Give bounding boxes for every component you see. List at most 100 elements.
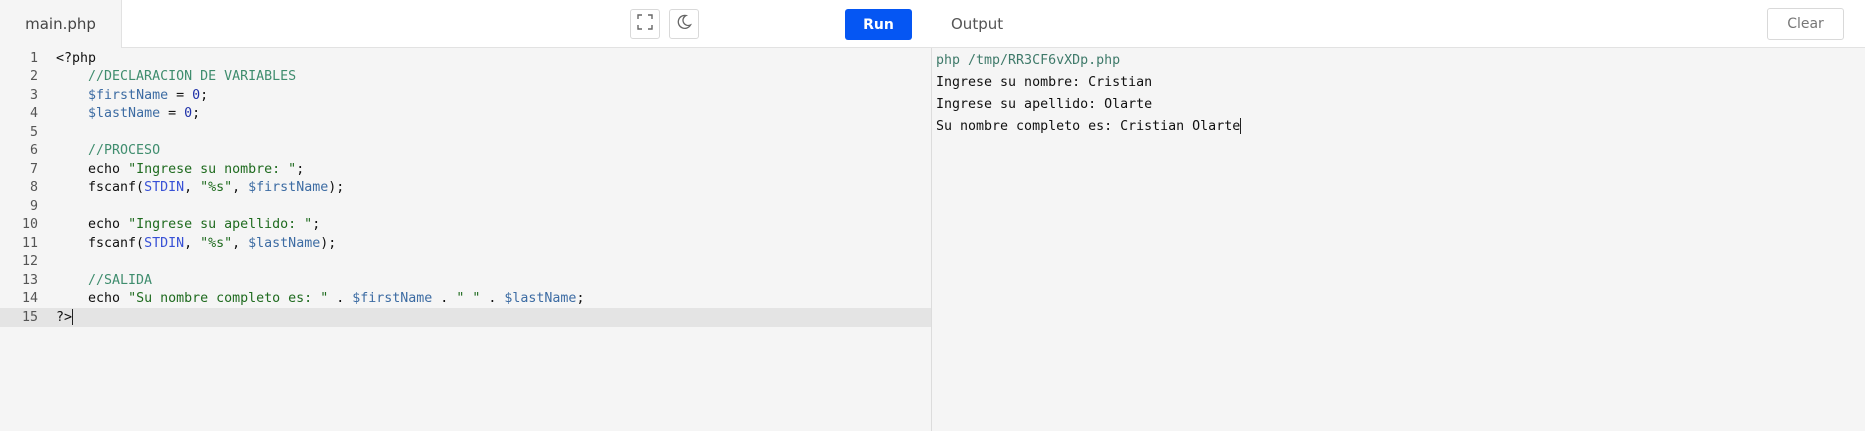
line-number: 2 [29,69,38,85]
theme-toggle-button[interactable] [669,9,699,39]
code-text: fscanf(STDIN, "%s", $firstName); [56,180,344,195]
code-token: "Ingrese su nombre: " [128,161,297,177]
code-token: STDIN [144,180,185,196]
code-line[interactable]: 7 echo "Ingrese su nombre: "; [0,160,931,179]
code-text: $lastName = 0; [56,106,200,121]
code-token: "Ingrese su apellido: " [128,217,313,233]
code-token: ; [296,161,305,177]
fullscreen-button[interactable] [630,9,660,39]
editor-pane: main.php Run 1 <?php 2 //DECLARACION DE VA… [0,0,932,431]
line-number: 9 [29,198,38,214]
code-line[interactable]: 11 fscanf(STDIN, "%s", $lastName); [0,234,931,253]
code-editor[interactable]: 1 <?php 2 //DECLARACION DE VARIABLES 3 $fir… [0,49,931,431]
code-token: . [480,291,505,307]
output-toolbar: Output Clear [932,0,1865,48]
code-token: $firstName [88,87,169,103]
file-tab-main-php[interactable]: main.php [0,0,122,48]
code-line[interactable]: 14 echo "Su nombre completo es: " . $fir… [0,290,931,309]
code-token: 0 [192,87,201,103]
code-token: , [232,235,249,251]
code-line[interactable]: 10 echo "Ingrese su apellido: "; [0,216,931,235]
code-text: echo "Ingrese su nombre: "; [56,162,304,177]
line-number: 13 [21,272,38,288]
code-token: <?php [56,50,97,66]
output-line: Ingrese su nombre: Cristian [936,74,1153,90]
output-pane: Output Clear php /tmp/RR3CF6vXDp.php Ing… [932,0,1865,431]
line-number: 10 [21,217,38,233]
code-token: $lastName [248,235,321,251]
code-token: ); [320,235,337,251]
output-line: Su nombre completo es: Cristian Olarte [936,115,1242,137]
code-token: 0 [184,106,193,122]
code-token: = [160,106,185,122]
line-number: 8 [29,180,38,196]
code-line[interactable]: 5 [0,123,931,142]
code-text: $firstName = 0; [56,88,208,103]
clear-button[interactable]: Clear [1767,8,1844,40]
code-text: echo "Su nombre completo es: " . $firstN… [56,291,584,306]
run-button[interactable]: Run [845,9,912,40]
code-text: //SALIDA [56,273,152,288]
line-number: 3 [29,87,38,103]
code-line[interactable]: 1 <?php [0,49,931,68]
line-number: 14 [21,291,38,307]
code-line[interactable]: 3 $firstName = 0; [0,86,931,105]
code-line[interactable]: 13 //SALIDA [0,271,931,290]
code-line[interactable]: 9 [0,197,931,216]
output-line-text: Su nombre completo es: Cristian Olarte [936,118,1241,134]
code-line[interactable]: 12 [0,253,931,272]
code-line[interactable]: 2 //DECLARACION DE VARIABLES [0,68,931,87]
code-token: . [328,291,353,307]
editor-toolbar: main.php Run [0,0,932,48]
code-token: , [232,180,249,196]
code-token: . [432,291,457,307]
code-token: ); [328,180,345,196]
line-number: 12 [21,254,38,270]
line-number: 6 [29,143,38,159]
code-token: , [184,235,201,251]
output-console[interactable]: php /tmp/RR3CF6vXDp.php Ingrese su nombr… [936,49,1242,137]
line-number: 7 [29,161,38,177]
code-token: ; [312,217,321,233]
output-line-command: php /tmp/RR3CF6vXDp.php [936,52,1121,68]
code-token: $lastName [504,291,577,307]
code-token: fscanf( [56,235,145,251]
code-token: //PROCESO [56,143,161,159]
code-text: fscanf(STDIN, "%s", $lastName); [56,236,336,251]
code-line[interactable]: 15 ?> [0,308,931,327]
line-number: 15 [21,309,38,325]
code-token: //SALIDA [56,272,153,288]
line-number: 11 [21,235,38,251]
code-token: "Su nombre completo es: " [128,291,329,307]
code-token: echo [56,217,129,233]
code-text: ?> [56,309,74,326]
code-token: fscanf( [56,180,145,196]
code-token: = [168,87,193,103]
code-token: ; [576,291,585,307]
output-title: Output [951,15,1004,33]
code-text: //PROCESO [56,143,160,158]
code-token: " " [456,291,481,307]
code-text: echo "Ingrese su apellido: "; [56,217,320,232]
code-line[interactable]: 4 $lastName = 0; [0,105,931,124]
text-caret [1240,118,1242,134]
code-token: ?> [56,310,73,326]
code-token: "%s" [200,235,233,251]
code-line[interactable]: 8 fscanf(STDIN, "%s", $firstName); [0,179,931,198]
code-token: $firstName [248,180,329,196]
code-token: STDIN [144,235,185,251]
code-token: $firstName [352,291,433,307]
code-text: <?php [56,51,96,66]
moon-icon [676,14,693,34]
code-text: //DECLARACION DE VARIABLES [56,69,296,84]
online-php-compiler: main.php Run 1 <?php 2 //DECLARACION DE VA… [0,0,1865,431]
line-number: 1 [29,50,38,66]
line-number: 4 [29,106,38,122]
line-number: 5 [29,124,38,140]
code-token: echo [56,291,129,307]
fullscreen-icon [637,14,653,34]
code-token: echo [56,161,129,177]
code-line[interactable]: 6 //PROCESO [0,142,931,161]
